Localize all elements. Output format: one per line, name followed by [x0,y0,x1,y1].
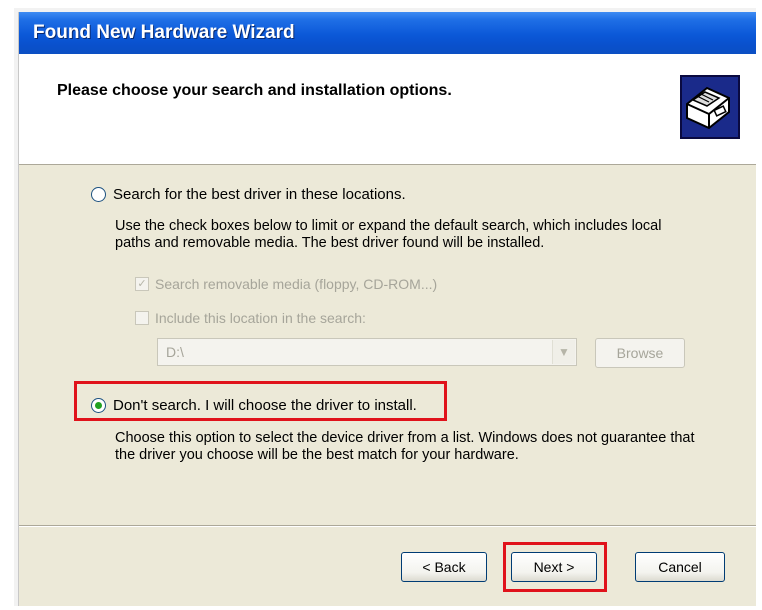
hardware-install-icon [680,75,740,139]
radio-search-indicator[interactable] [91,187,106,202]
removable-media-label: Search removable media (floppy, CD-ROM..… [155,276,438,292]
back-button[interactable]: < Back [401,552,487,582]
browse-button[interactable]: Browse [595,338,685,368]
location-combobox-value: D:\ [166,344,184,360]
search-option-description: Use the check boxes below to limit or ex… [115,218,661,252]
include-location-checkbox-row[interactable]: Include this location in the search: [135,310,366,326]
chevron-down-icon[interactable]: ▼ [552,340,575,364]
dont-search-description-line-2: the driver you choose will be the best m… [115,447,519,463]
wizard-window: Found New Hardware Wizard Please choose … [18,12,756,606]
removable-media-checkbox-row[interactable]: ✓ Search removable media (floppy, CD-ROM… [135,276,437,292]
search-description-line-1: Use the check boxes below to limit or ex… [115,218,662,234]
search-option-label: Search for the best driver in these loca… [113,186,406,203]
wizard-content: Search for the best driver in these loca… [19,165,756,515]
removable-media-checkbox[interactable]: ✓ [135,277,149,291]
dont-search-option-description: Choose this option to select the device … [115,430,695,464]
title-bar[interactable]: Found New Hardware Wizard [19,12,756,54]
highlight-box-next [503,542,607,592]
header-title: Please choose your search and installati… [57,82,452,99]
search-description-line-2: paths and removable media. The best driv… [115,235,545,251]
dont-search-description-line-1: Choose this option to select the device … [115,430,695,446]
cancel-button[interactable]: Cancel [635,552,725,582]
include-location-checkbox[interactable] [135,311,149,325]
highlight-box-dont-search [74,381,447,421]
include-location-label: Include this location in the search: [155,310,366,326]
wizard-header: Please choose your search and installati… [19,54,756,165]
location-combobox[interactable]: D:\ ▼ [157,338,577,366]
search-option-radio[interactable]: Search for the best driver in these loca… [91,186,406,203]
window-title: Found New Hardware Wizard [33,22,295,43]
footer-divider [19,525,756,527]
